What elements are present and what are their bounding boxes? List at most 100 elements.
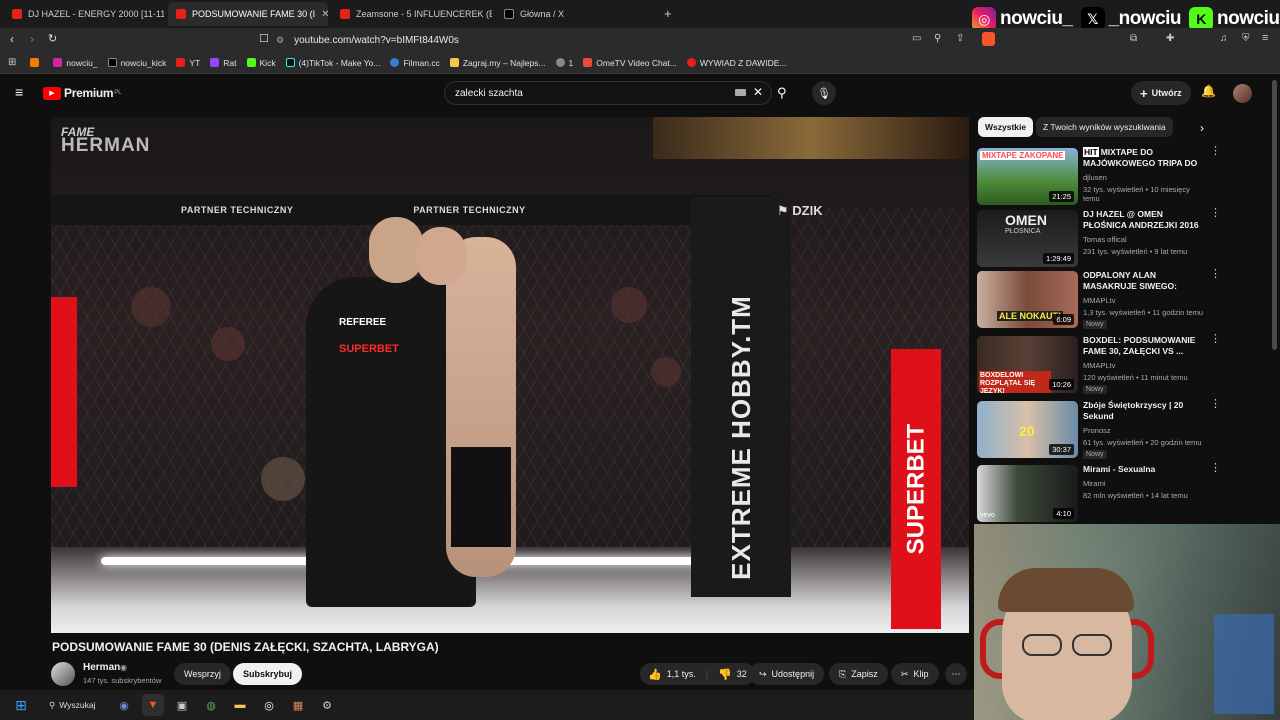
channel-avatar[interactable] [51, 662, 75, 686]
dislike-count: 32 [736, 669, 747, 679]
recommended-video[interactable]: MIXTAPE ZAKOPANE 21:25 HIT MIXTAPE DO MAJ… [977, 146, 1221, 206]
brave-shield-icon[interactable] [982, 32, 995, 46]
voice-search-icon[interactable]: 🎙 [812, 81, 836, 105]
recommended-video[interactable]: vevo 4:10 Mirami - Sexualna Mirami 82 ml… [977, 463, 1221, 523]
game-icon[interactable]: ▦ [287, 694, 309, 716]
forward-icon[interactable]: › [30, 32, 34, 46]
superbet-shirt-label: SUPERBET [339, 343, 399, 355]
bookmark-item[interactable]: Rat [210, 58, 237, 68]
youtube-logo[interactable]: ▶ Premium PL [43, 86, 122, 100]
taskbar-search[interactable]: ⚲ Wyszukaj [39, 694, 107, 716]
bookmark-icon[interactable]: ☐ [259, 32, 269, 45]
tab-zeamsone[interactable]: Zeamsone - 5 INFLUENCEREK (BIG B [332, 2, 492, 26]
clear-search-icon[interactable]: ✕ [753, 85, 763, 99]
zoom-icon[interactable]: ⚲ [934, 33, 941, 44]
chrome-icon[interactable]: ◍ [200, 694, 222, 716]
more-options-icon[interactable]: ⋮ [1210, 146, 1221, 157]
music-icon[interactable]: ♫ [1220, 33, 1228, 44]
video-thumbnail[interactable]: MIXTAPE ZAKOPANE 21:25 [977, 148, 1078, 205]
support-button[interactable]: Wesprzyj [174, 663, 231, 685]
bookmark-item[interactable]: WYWIAD Z DAWIDE... [686, 58, 786, 68]
new-badge: Nowy [1083, 385, 1107, 394]
avatar[interactable] [1233, 84, 1252, 103]
chip-all[interactable]: Wszystkie [978, 117, 1034, 137]
close-tab-icon[interactable]: ✕ [315, 9, 328, 20]
recommended-video[interactable]: ALE NOKAUT! 6:09 ODPALONY ALAN MASAKRUJE… [977, 269, 1221, 329]
recommended-video[interactable]: OMEN PŁOSNICA 1:29:49 DJ HAZEL @ OMEN PŁ… [977, 208, 1221, 268]
bookmark-item[interactable]: OmeTV Video Chat... [583, 58, 677, 68]
more-options-icon[interactable]: ⋮ [1210, 334, 1221, 345]
chip-from-search[interactable]: Z Twoich wyników wyszukiwania [1036, 117, 1173, 137]
bookmark-item[interactable]: Kick [246, 58, 276, 68]
page-scrollbar[interactable] [1272, 80, 1277, 350]
video-thumbnail[interactable]: 20 30:37 [977, 401, 1078, 458]
channel-name[interactable]: Pronosz [1083, 426, 1111, 435]
search-input[interactable]: zalecki szachta ✕ [444, 81, 772, 105]
channel-name[interactable]: Mirami [1083, 479, 1106, 488]
clip-button[interactable]: ✂ Klip [891, 663, 939, 685]
cast-icon[interactable]: ▭ [912, 33, 921, 44]
social-handle-kick: nowciu [1217, 8, 1280, 29]
bookmark-item[interactable]: YT [176, 58, 200, 68]
tab-label: PODSUMOWANIE FAME 30 (I [192, 9, 316, 19]
wallet-icon[interactable]: ⛨ [1242, 33, 1250, 44]
menu-icon[interactable]: ≡ [1262, 32, 1268, 44]
channel-name[interactable]: MMAPLtv [1083, 361, 1116, 370]
reload-icon[interactable]: ↻ [48, 32, 57, 45]
bookmark-item[interactable]: nowciu_kick [107, 58, 166, 68]
discord-icon[interactable]: ◉ [113, 694, 135, 716]
bookmark-item[interactable]: Zagraj.my – Najleps... [449, 58, 546, 68]
hamburger-menu-icon[interactable]: ≡ [15, 84, 23, 100]
social-handle-instagram: nowciu_ [1000, 8, 1073, 29]
tab-podsumowanie[interactable]: PODSUMOWANIE FAME 30 (I ✕ [168, 2, 328, 26]
like-button[interactable]: 👍 1,1 tys. | 👎 32 [640, 663, 755, 685]
windows-start-icon[interactable]: ⊞ [10, 694, 32, 716]
app-icon[interactable]: ▣ [171, 694, 193, 716]
create-button[interactable]: + Utwórz [1131, 81, 1191, 105]
url-field[interactable]: ⚙ youtube.com/watch?v=bIMFt844W0s [276, 31, 996, 49]
share-button[interactable]: ↪ Udostępnij [749, 663, 825, 685]
video-thumbnail[interactable]: ALE NOKAUT! 6:09 [977, 271, 1078, 328]
recommended-video[interactable]: BOXDELOWI ROZPLĄTAŁ SIĘ JĘZYK! 10:26 BOX… [977, 334, 1221, 394]
channel-name[interactable]: djlusen [1083, 173, 1107, 182]
apps-grid-icon[interactable]: ⊞ [8, 57, 16, 68]
bookmark-item[interactable]: Filman.cc [390, 58, 440, 68]
bookmarks-bar: ⊞ nowciu_ nowciu_kick YT Rat Kick (4)Tik… [0, 52, 1280, 74]
steam-icon[interactable]: ⚙ [316, 694, 338, 716]
brave-icon[interactable]: ▼ [142, 694, 164, 716]
back-icon[interactable]: ‹ [10, 32, 14, 46]
recommended-video[interactable]: 20 30:37 Zbóje Świętokrzyscy | 20 Sekund… [977, 399, 1221, 459]
extensions-icon[interactable]: ⧉ [1130, 33, 1137, 44]
channel-name[interactable]: Tomas offical [1083, 235, 1127, 244]
bookmark-item[interactable] [30, 58, 43, 67]
bookmark-item[interactable]: nowciu_ [53, 58, 98, 68]
new-tab-icon[interactable]: + [664, 6, 672, 21]
tab-dj-hazel[interactable]: DJ HAZEL - ENERGY 2000 [11-11 [4, 2, 164, 26]
notifications-bell-icon[interactable]: 🔔 [1201, 84, 1216, 98]
subscribe-button[interactable]: Subskrybuj [233, 663, 303, 685]
video-thumbnail[interactable]: OMEN PŁOSNICA 1:29:49 [977, 210, 1078, 267]
video-thumbnail[interactable]: BOXDELOWI ROZPLĄTAŁ SIĘ JĘZYK! 10:26 [977, 336, 1078, 393]
site-info-icon[interactable]: ⚙ [276, 35, 284, 46]
channel-name[interactable]: Herman [83, 662, 120, 673]
chips-next-icon[interactable]: › [1200, 121, 1204, 135]
channel-name[interactable]: MMAPLtv [1083, 296, 1116, 305]
save-button[interactable]: ⎘ Zapisz [829, 663, 888, 685]
bookmark-item[interactable]: 1 [555, 58, 573, 68]
video-player[interactable]: PARTNER TECHNICZNY PARTNER TECHNICZNY EX… [51, 117, 969, 633]
video-thumbnail[interactable]: vevo 4:10 [977, 465, 1078, 522]
obs-icon[interactable]: ◎ [258, 694, 280, 716]
more-options-icon[interactable]: ⋮ [1210, 463, 1221, 474]
share-icon[interactable]: ⇪ [956, 33, 964, 44]
more-options-icon[interactable]: ⋮ [1210, 208, 1221, 219]
puzzle-icon[interactable]: ✚ [1166, 33, 1174, 44]
tab-x-home[interactable]: Główna / X [496, 2, 656, 26]
keyboard-icon[interactable] [735, 89, 746, 96]
more-options-icon[interactable]: ⋮ [1210, 269, 1221, 280]
search-icon[interactable]: ⚲ [777, 85, 787, 101]
more-actions-button[interactable]: ⋯ [945, 663, 967, 685]
bookmark-item[interactable]: (4)TikTok - Make Yo... [285, 58, 380, 68]
more-options-icon[interactable]: ⋮ [1210, 399, 1221, 410]
glasses-right [1072, 634, 1112, 656]
file-explorer-icon[interactable]: ▬ [229, 694, 251, 716]
